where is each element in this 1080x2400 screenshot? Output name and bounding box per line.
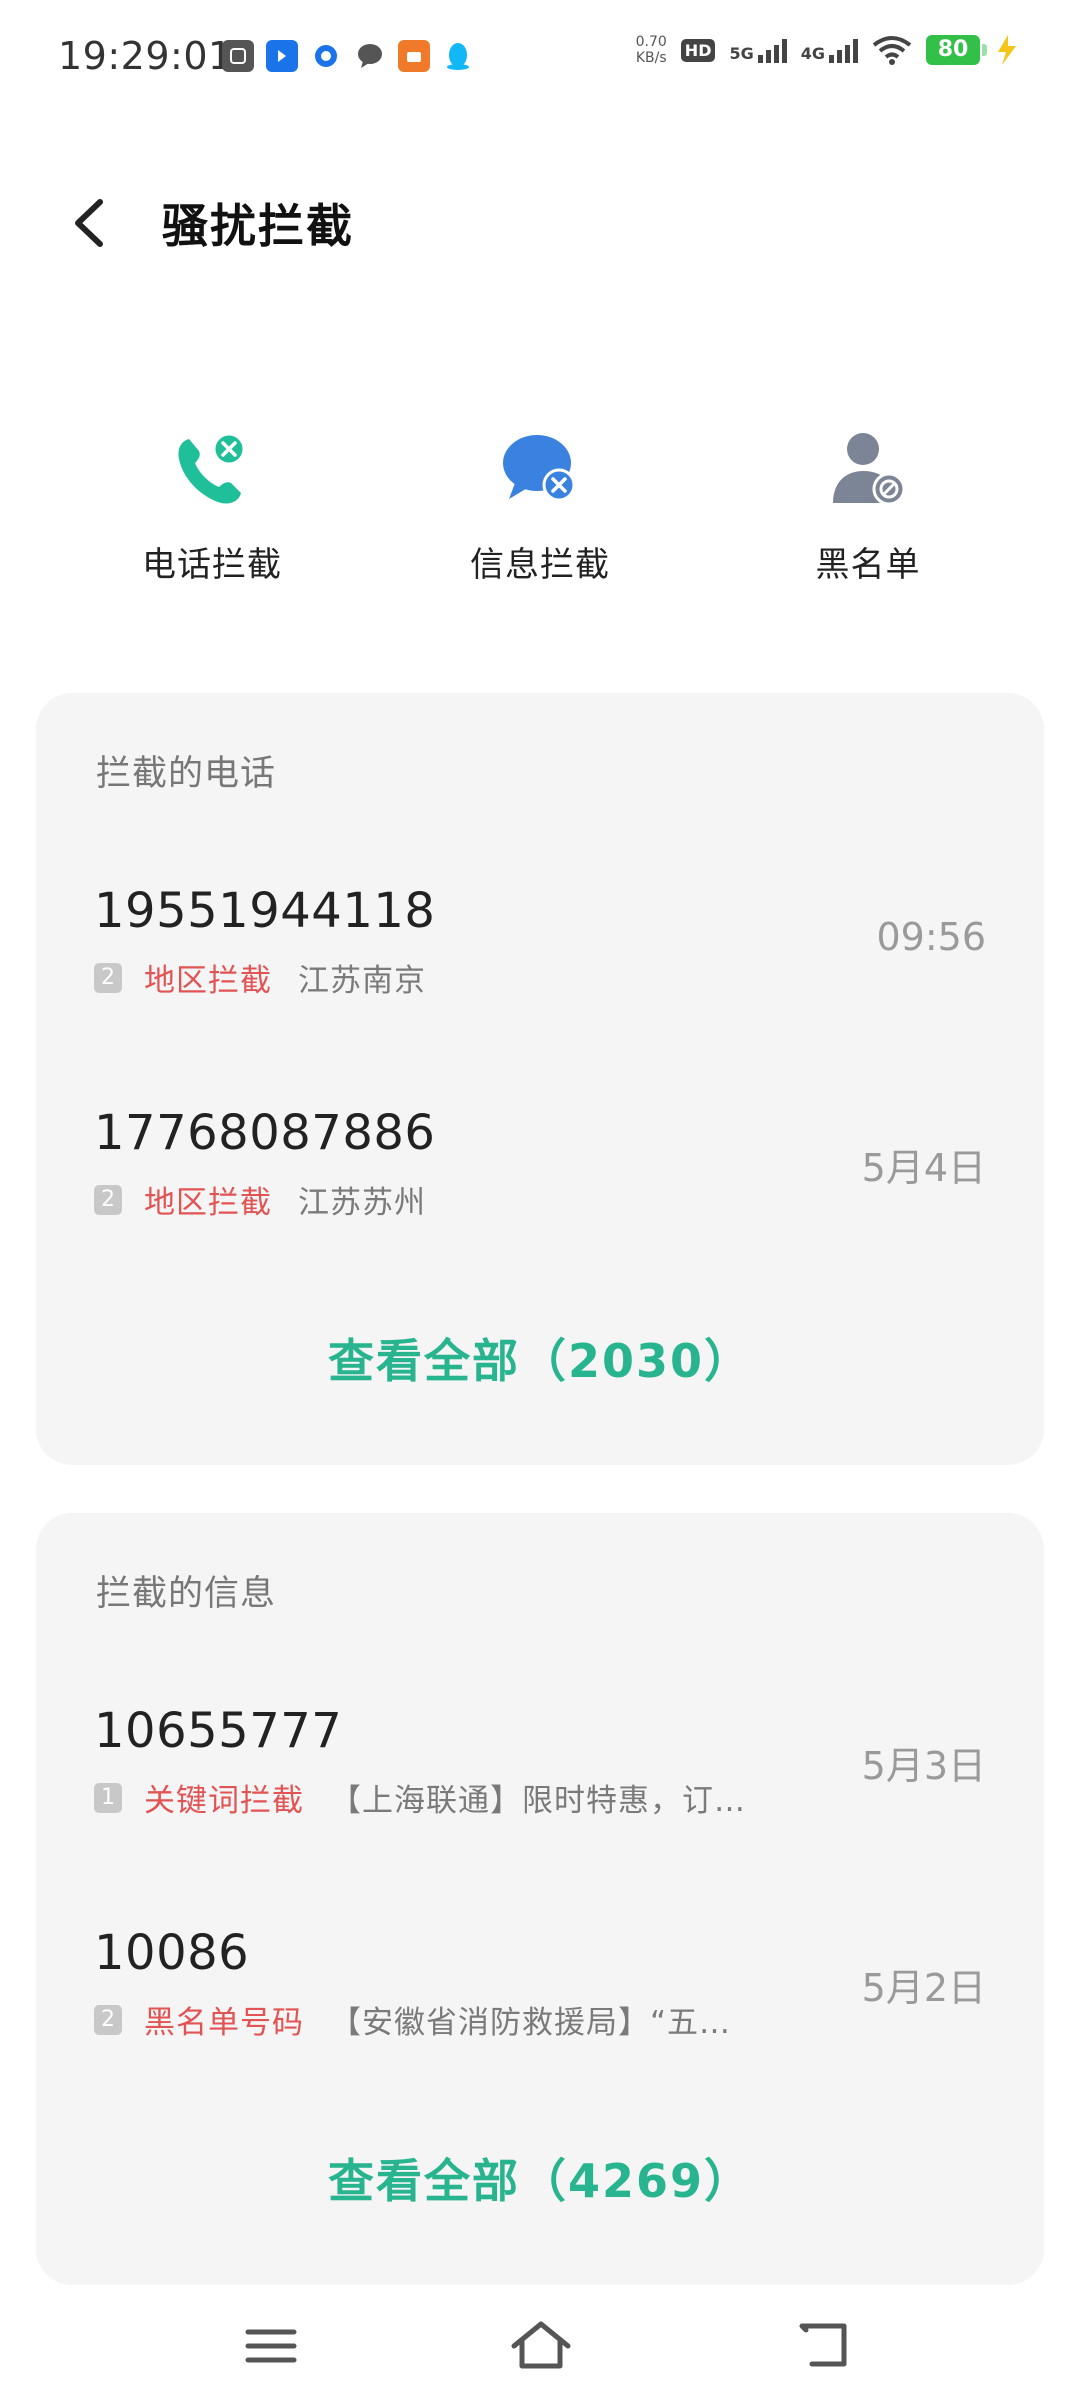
card-title: 拦截的电话 (96, 754, 277, 794)
phone-block-icon (178, 432, 246, 504)
chevron-left-icon[interactable] (68, 196, 112, 250)
message-preview: 【上海联通】限时特惠，订… (330, 1783, 746, 1819)
sim-badge: 2 (94, 1184, 122, 1215)
quick-actions: 电话拦截 信息拦截 黑名单 (0, 425, 1080, 595)
signal-4g: 4G (801, 37, 858, 63)
sender-number: 10086 (94, 1925, 250, 1981)
notification-icons (222, 40, 474, 72)
blacklist-label: 黑名单 (815, 545, 921, 585)
sim-badge: 2 (94, 2004, 122, 2035)
block-reason-tag: 关键词拦截 (144, 1783, 304, 1819)
network-speed-unit: KB/s (635, 50, 667, 66)
wifi-icon (872, 36, 912, 65)
chat-bubble-icon (354, 40, 386, 72)
network-speed: 0.70 KB/s (636, 34, 667, 66)
message-block-button[interactable]: 信息拦截 (410, 425, 670, 586)
sim-badge: 1 (94, 1782, 122, 1813)
status-right: 0.70 KB/s HD 5G 4G 80 (636, 34, 1020, 66)
shopping-app-icon (398, 40, 430, 72)
block-reason-tag: 黑名单号码 (144, 2005, 304, 2041)
block-reason-tag: 地区拦截 (144, 1185, 272, 1221)
back-icon[interactable] (790, 2316, 860, 2376)
navigation-bar (0, 2300, 1080, 2400)
qq-icon (442, 40, 474, 72)
message-meta: 1 关键词拦截 【上海联通】限时特惠，订… (94, 1775, 746, 1820)
signal-5g-label: 5G (729, 44, 754, 63)
blacklist-user-icon (833, 433, 906, 506)
view-all-calls-button[interactable]: 查看全部（2030） (36, 1325, 1044, 1391)
phone-number: 19551944118 (94, 883, 436, 939)
phone-block-label: 电话拦截 (142, 545, 282, 585)
blocked-calls-card: 拦截的电话 19551944118 2 地区拦截 江苏南京 09:56 1776… (36, 693, 1044, 1465)
app-notification-icon (222, 40, 254, 72)
message-item[interactable]: 10655777 1 关键词拦截 【上海联通】限时特惠，订… 5月3日 (36, 1703, 1044, 1863)
caller-location: 江苏苏州 (298, 1185, 426, 1221)
call-item[interactable]: 19551944118 2 地区拦截 江苏南京 09:56 (36, 883, 1044, 1043)
sender-number: 10655777 (94, 1703, 343, 1759)
card-title: 拦截的信息 (96, 1574, 277, 1614)
view-all-messages-button[interactable]: 查看全部（4269） (36, 2145, 1044, 2211)
browser-icon (310, 40, 342, 72)
menu-icon[interactable] (236, 2316, 306, 2376)
status-bar: 19:29:01 0.70 KB/s HD 5G 4G 80 (0, 0, 1080, 110)
message-time: 5月3日 (861, 1744, 986, 1788)
call-meta: 2 地区拦截 江苏南京 (94, 955, 426, 1000)
hd-badge: HD (680, 38, 716, 62)
message-block-label: 信息拦截 (470, 545, 610, 585)
phone-number: 17768087886 (94, 1105, 436, 1161)
page-title: 骚扰拦截 (162, 199, 354, 253)
blocked-messages-card: 拦截的信息 10655777 1 关键词拦截 【上海联通】限时特惠，订… 5月3… (36, 1513, 1044, 2285)
blacklist-button[interactable]: 黑名单 (738, 425, 998, 586)
phone-block-button[interactable]: 电话拦截 (82, 425, 342, 586)
message-item[interactable]: 10086 2 黑名单号码 【安徽省消防救援局】“五… 5月2日 (36, 1925, 1044, 2085)
message-block-icon (503, 435, 576, 502)
message-meta: 2 黑名单号码 【安徽省消防救援局】“五… (94, 1997, 731, 2042)
charging-icon (998, 35, 1016, 65)
status-time: 19:29:01 (58, 34, 233, 78)
call-item[interactable]: 17768087886 2 地区拦截 江苏苏州 5月4日 (36, 1105, 1044, 1265)
message-time: 5月2日 (861, 1966, 986, 2010)
network-speed-value: 0.70 (635, 34, 667, 50)
home-icon[interactable] (506, 2316, 576, 2376)
battery-indicator: 80 (926, 35, 987, 65)
call-time: 5月4日 (861, 1146, 986, 1190)
caller-location: 江苏南京 (298, 963, 426, 999)
call-time: 09:56 (876, 915, 986, 959)
signal-4g-label: 4G (800, 44, 825, 63)
signal-bars-icon (829, 37, 858, 63)
signal-5g: 5G (729, 37, 787, 63)
block-reason-tag: 地区拦截 (144, 963, 272, 999)
arrow-app-icon (266, 40, 298, 72)
call-meta: 2 地区拦截 江苏苏州 (94, 1177, 426, 1222)
signal-bars-icon (757, 37, 787, 63)
message-preview: 【安徽省消防救援局】“五… (330, 2005, 732, 2041)
sim-badge: 2 (94, 962, 122, 993)
